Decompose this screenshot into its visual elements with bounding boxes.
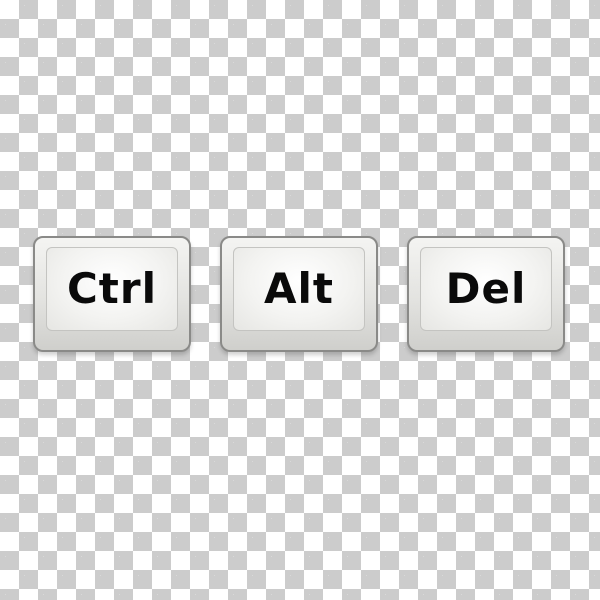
ctrl-key-label: Ctrl — [66, 264, 157, 313]
del-key-label: Del — [445, 264, 527, 313]
ctrl-key-face: Ctrl — [46, 247, 178, 331]
ctrl-key: Ctrl — [33, 236, 191, 352]
alt-key-label: Alt — [264, 264, 334, 313]
del-key-face: Del — [420, 247, 552, 331]
keyboard-keys: Ctrl Alt Del — [0, 0, 600, 600]
alt-key-face: Alt — [233, 247, 365, 331]
del-key: Del — [407, 236, 565, 352]
alt-key: Alt — [220, 236, 378, 352]
